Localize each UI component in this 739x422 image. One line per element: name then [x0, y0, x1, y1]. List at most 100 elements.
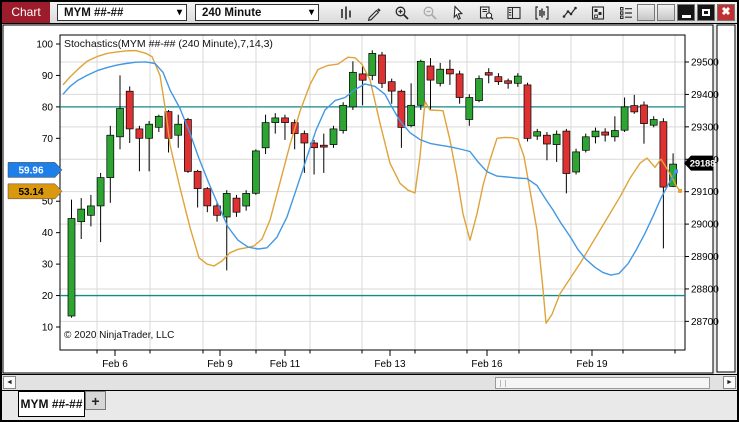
candle-down: [427, 66, 434, 80]
horizontal-scrollbar[interactable]: ◄ ►: [2, 374, 737, 391]
minimize-button[interactable]: [677, 4, 695, 21]
right-axis-label: 29100: [691, 187, 719, 198]
instrument-dropdown[interactable]: MYM ##-## ▾: [57, 4, 187, 21]
indicators-icon[interactable]: [562, 5, 578, 21]
chart-trader-icon[interactable]: [506, 5, 522, 21]
chart-region: [3, 25, 713, 373]
candle-up: [553, 134, 560, 144]
candle-up: [78, 209, 85, 222]
strategies-icon[interactable]: [590, 5, 606, 21]
candle-up: [175, 124, 182, 135]
right-axis-label: 29400: [691, 90, 719, 101]
candle-down: [456, 74, 463, 98]
left-axis-label: 30: [42, 260, 54, 271]
vertical-scroll-strip[interactable]: [717, 25, 735, 372]
x-axis-label: Feb 9: [207, 359, 233, 370]
candle-up: [243, 193, 250, 206]
candle-down: [641, 105, 648, 124]
left-axis-label: 90: [42, 71, 54, 82]
candle-down: [563, 131, 570, 173]
zoom-in-icon[interactable]: [394, 5, 410, 21]
candle-down: [379, 55, 386, 83]
tab-label: MYM ##-##: [20, 397, 82, 411]
candle-up: [650, 120, 657, 126]
scroll-right-button[interactable]: ►: [723, 376, 736, 389]
candle-up: [592, 131, 599, 137]
candle-up: [330, 129, 337, 145]
left-axis-label: 10: [42, 322, 54, 333]
interval-dropdown[interactable]: 240 Minute ▾: [195, 4, 319, 21]
candle-down: [602, 132, 609, 135]
candle-down: [505, 81, 512, 84]
candle-down: [282, 118, 289, 123]
properties-icon[interactable]: [618, 5, 634, 21]
d-value-tag-label: 53.14: [18, 187, 43, 198]
cursor-icon[interactable]: [450, 5, 466, 21]
candle-up: [408, 105, 415, 125]
tab-mym[interactable]: MYM ##-##: [18, 391, 85, 417]
candle-up: [466, 98, 473, 120]
scroll-left-button[interactable]: ◄: [3, 376, 16, 389]
right-axis-label: 29000: [691, 220, 719, 231]
candle-up: [87, 206, 94, 215]
chevron-down-icon: ▾: [309, 7, 314, 18]
right-axis-label: 29300: [691, 122, 719, 133]
candle-down: [524, 85, 531, 138]
blank-button-1: [637, 4, 655, 21]
indicator-label: Stochastics(MYM ##-## (240 Minute),7,14,…: [64, 38, 273, 50]
window-title: Chart: [2, 2, 50, 23]
candle-down: [204, 189, 211, 206]
candle-up: [514, 76, 521, 83]
chart-style-icon[interactable]: [338, 5, 354, 21]
candle-down: [301, 134, 308, 143]
candle-down: [446, 69, 453, 74]
scrollbar-grip-icon: [500, 380, 506, 387]
right-axis-label: 28800: [691, 284, 719, 295]
draw-icon[interactable]: [366, 5, 382, 21]
bar-type-icon[interactable]: [534, 5, 550, 21]
candle-down: [194, 171, 201, 188]
candle-up: [223, 193, 230, 217]
candle-up: [272, 118, 279, 123]
left-axis-label: 20: [42, 291, 54, 302]
left-axis-label: 40: [42, 228, 54, 239]
right-axis-label: 29500: [691, 58, 719, 69]
candle-up: [107, 135, 114, 177]
right-axis-label: 28700: [691, 317, 719, 328]
close-button[interactable]: ✖: [717, 4, 735, 21]
data-box-icon[interactable]: [478, 5, 494, 21]
copyright: © 2020 NinjaTrader, LLC: [64, 330, 174, 341]
candle-up: [68, 219, 75, 317]
interval-value: 240 Minute: [202, 7, 261, 19]
candle-up: [117, 109, 124, 137]
chart-canvas: 1009080706050403020102950029400293002920…: [0, 0, 739, 422]
add-tab-button[interactable]: +: [85, 391, 106, 410]
candle-up: [146, 124, 153, 138]
candle-up: [611, 131, 618, 137]
candle-up: [573, 152, 580, 172]
scrollbar-thumb[interactable]: [495, 377, 710, 389]
x-axis-label: Feb 19: [576, 359, 608, 370]
x-axis-label: Feb 13: [374, 359, 406, 370]
stoch-d-line-end-marker: [678, 189, 682, 193]
instrument-value: MYM ##-##: [64, 7, 123, 19]
candle-down: [359, 74, 366, 80]
candle-up: [621, 107, 628, 130]
left-axis-label: 100: [36, 40, 53, 51]
candle-down: [126, 91, 133, 129]
x-axis-label: Feb 16: [471, 359, 503, 370]
candle-up: [155, 116, 162, 127]
left-axis-label: 80: [42, 102, 54, 113]
zoom-out-icon: [422, 5, 438, 21]
left-axis-label: 70: [42, 134, 54, 145]
right-axis-label: 28900: [691, 252, 719, 263]
candle-up: [340, 105, 347, 130]
price-tag-label: 29188: [690, 159, 715, 170]
toolbar-icons: [338, 5, 634, 21]
candle-up: [534, 132, 541, 136]
candle-up: [582, 137, 589, 151]
restore-button[interactable]: [697, 4, 715, 21]
chart-window: 1009080706050403020102950029400293002920…: [0, 0, 739, 422]
candle-down: [495, 77, 502, 82]
x-axis-label: Feb 11: [270, 359, 301, 370]
